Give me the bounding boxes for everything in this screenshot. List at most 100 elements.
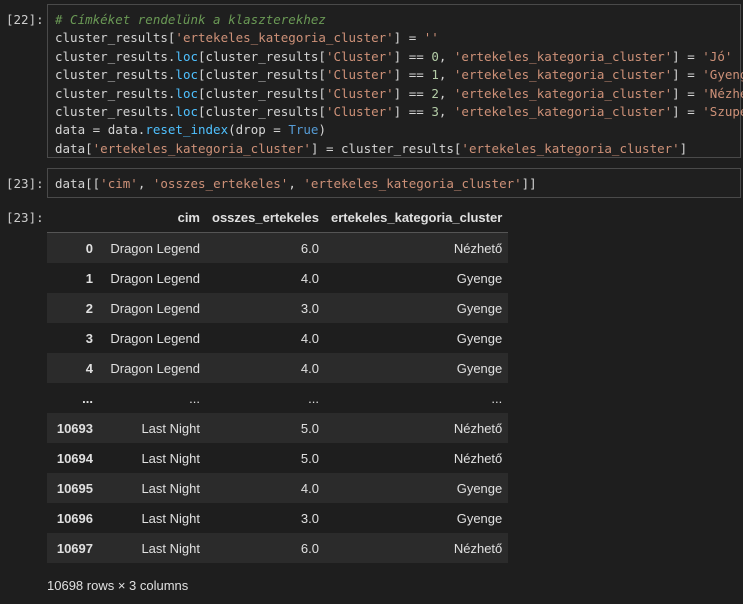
code-token: data [55,140,86,156]
code-token: 'Jó' [702,48,733,64]
code-token: = [318,140,341,156]
cell-22-prompt: [22]: [6,12,44,27]
code-token: data [107,122,138,138]
table-row: 10697 Last Night 6.0 Nézhető [47,533,509,563]
code-token: 'ertekeles_kategoria_cluster' [92,140,311,156]
table-row: 10693 Last Night 5.0 Nézhető [47,413,509,443]
code-token: [cluster_results[ [198,67,326,83]
cell-cim: Last Night [141,480,200,496]
code-token: 'ertekeles_kategoria_cluster' [453,48,673,64]
code-token: 'Gyenge' [702,67,743,83]
code-token: # Címkéket rendelünk a klaszterekhez [55,12,326,27]
table-row: 10694 Last Night 5.0 Nézhető [47,443,508,473]
cell-ertekeles-kategoria-cluster: Gyenge [456,360,503,376]
code-token: = [401,30,424,46]
cell-ertekeles-kategoria-cluster: Gyenge [456,510,503,526]
code-token: '' [423,30,439,46]
cell-cim: Last Night [141,420,200,436]
cell-cim: Last Night [141,450,200,466]
code-token: 'ertekeles_kategoria_cluster' [453,85,673,101]
code-token: 3 [431,103,439,119]
code-token: drop [235,122,266,138]
code-token: ] [672,85,680,101]
code-token: 1 [431,67,439,83]
row-index: 1 [85,270,93,286]
code-token: cluster_results [55,85,168,101]
table-row: 3 Dragon Legend 4.0 Gyenge [47,323,508,353]
code-token: cluster_results [341,140,454,156]
cell-osszes-ertekeles: 4.0 [300,330,319,346]
cell-cim: Last Night [141,510,200,526]
code-token: cluster_results [55,30,168,46]
code-token: 'ertekeles_kategoria_cluster' [461,140,680,156]
code-token: loc [175,67,198,83]
cell-osszes-ertekeles: 4.0 [300,270,319,286]
cell-23-prompt: [23]: [6,176,44,191]
code-token: == [401,48,432,64]
row-index: 10697 [56,540,93,556]
code-token: cluster_results [55,67,168,83]
code-line: cluster_results['ertekeles_kategoria_clu… [55,29,740,47]
column-header-ertekeles-kategoria-cluster: ertekeles_kategoria_cluster [324,203,509,233]
table-row: 10696 Last Night 3.0 Gyenge [47,503,508,533]
code-token: 0 [431,48,439,64]
row-index: 4 [85,360,93,376]
output-23-prompt: [23]: [6,210,44,225]
cell-cim: Dragon Legend [110,240,200,256]
row-index: 10696 [56,510,93,526]
code-token: ( [228,122,236,138]
code-token: , [438,103,454,119]
code-line: cluster_results.loc[cluster_results['Clu… [55,48,740,66]
code-token: ] [672,103,680,119]
code-token: ] [672,67,680,83]
row-index: ... [82,390,93,406]
row-index: 10695 [56,480,93,496]
cell-osszes-ertekeles: 6.0 [300,240,319,256]
row-index: 2 [85,300,93,316]
cell-cim: Last Night [141,540,200,556]
code-line: data = data.reset_index(drop = True) [55,121,740,139]
code-token: [[ [85,176,101,191]
cell-ertekeles-kategoria-cluster: Gyenge [456,480,503,496]
code-token: 'Szuper' [702,103,743,119]
cell-cim: Dragon Legend [110,360,200,376]
code-token: [cluster_results[ [198,48,326,64]
table-row: 0 Dragon Legend 6.0 Nézhető [47,232,509,263]
column-header-osszes-ertekeles: osszes_ertekeles [206,203,325,233]
code-token: 2 [431,85,439,101]
cell-osszes-ertekeles: 5.0 [300,450,319,466]
code-token: , [438,48,454,64]
code-token: 'ertekeles_kategoria_cluster' [175,30,394,46]
cell-cim: ... [189,390,200,406]
code-token: 'Cluster' [325,103,394,119]
code-token: = [679,103,703,119]
cell-osszes-ertekeles: 4.0 [300,480,319,496]
row-index: 10693 [56,420,93,436]
code-token: loc [175,103,198,119]
cell-osszes-ertekeles: 5.0 [300,420,319,436]
code-token: , [438,85,454,101]
table-row: ............ [47,383,508,413]
cell-cim: Dragon Legend [110,270,200,286]
code-token: loc [175,48,198,64]
code-token: 'Cluster' [325,48,394,64]
code-token: = [265,122,289,138]
code-token: data [55,176,86,191]
code-cell-22[interactable]: # Címkéket rendelünk a klaszterekhez clus… [47,4,743,158]
code-token: ) [318,122,326,138]
code-line: cluster_results.loc[cluster_results['Clu… [55,66,743,84]
cell-osszes-ertekeles: 4.0 [300,360,319,376]
code-token: = [85,122,108,138]
code-line: cluster_results.loc[cluster_results['Clu… [55,85,743,103]
cell-osszes-ertekeles: 6.0 [300,540,319,556]
code-token: , [438,67,454,83]
code-token: == [401,103,432,119]
code-line: cluster_results.loc[cluster_results['Clu… [55,103,743,121]
index-header [47,203,99,233]
code-token: == [401,85,432,101]
dataframe-output: cim osszes_ertekeles ertekeles_kategoria… [47,203,509,563]
code-token: 'ertekeles_kategoria_cluster' [453,103,673,119]
code-token: == [401,67,432,83]
code-token: data [55,122,86,138]
code-cell-23[interactable]: data[['cim', 'osszes_ertekeles', 'erteke… [47,168,741,198]
